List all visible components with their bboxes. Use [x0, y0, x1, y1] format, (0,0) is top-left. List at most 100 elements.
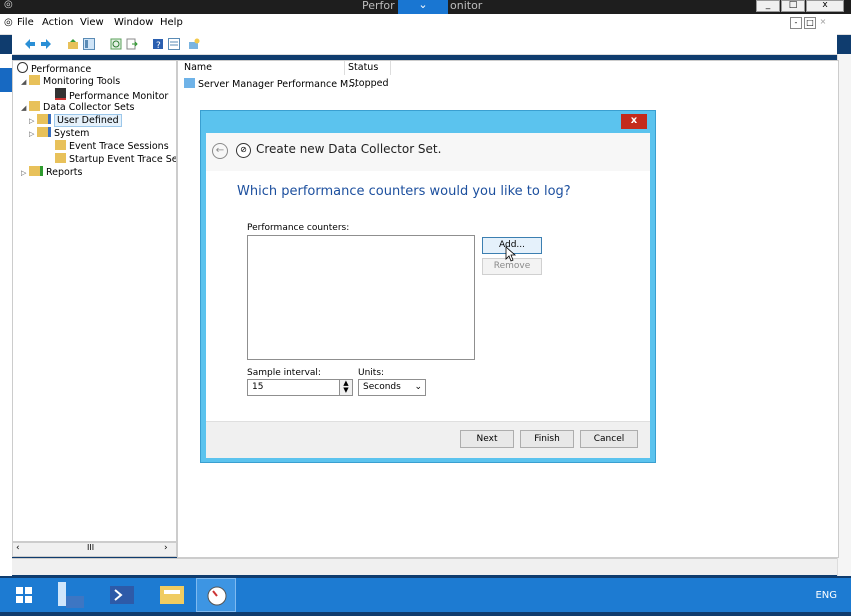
folder-icon [29, 75, 40, 85]
units-selected-value: Seconds [363, 382, 401, 392]
new-icon[interactable] [188, 38, 200, 50]
tree-item-event-trace-sessions[interactable]: Event Trace Sessions [55, 140, 169, 153]
outer-title-left: Perfor [362, 0, 395, 12]
menu-bar: ◎ File Action View Window Help - □ × [0, 14, 851, 35]
cancel-button[interactable]: Cancel [580, 430, 638, 448]
finish-button[interactable]: Finish [520, 430, 574, 448]
perfmon-icon [17, 62, 28, 73]
tree-horizontal-scrollbar[interactable]: ‹ III › [12, 542, 177, 557]
list-item-name: Server Manager Performance M... [198, 79, 358, 90]
language-indicator[interactable]: ENG [815, 590, 837, 601]
mouse-cursor-icon [505, 246, 517, 262]
counters-label: Performance counters: [247, 223, 350, 233]
spin-down-icon[interactable]: ▼ [340, 387, 352, 394]
collapsed-triangle-icon[interactable]: ▷ [29, 115, 37, 127]
expanded-triangle-icon[interactable]: ◢ [21, 76, 29, 88]
expanded-triangle-icon[interactable]: ◢ [21, 102, 29, 114]
dialog-body: Which performance counters would you lik… [206, 171, 650, 421]
chevron-down-icon: ⌄ [414, 382, 422, 392]
scroll-left-icon[interactable]: ‹ [16, 543, 20, 553]
tree-item-user-defined[interactable]: ▷ User Defined [29, 114, 122, 127]
menu-view[interactable]: View [80, 17, 104, 28]
mdi-restore-button[interactable]: □ [804, 17, 816, 29]
tree-item-label: Data Collector Sets [43, 102, 135, 113]
outer-close-button[interactable]: x [806, 0, 844, 12]
units-label: Units: [358, 368, 385, 378]
properties-icon[interactable] [168, 38, 180, 50]
folder-icon [55, 153, 66, 163]
up-folder-icon[interactable] [67, 38, 79, 50]
help-icon[interactable]: ? [152, 38, 164, 50]
scroll-right-icon[interactable]: › [164, 543, 168, 553]
taskbar: ENG [0, 578, 851, 612]
forward-arrow-icon[interactable] [40, 38, 52, 50]
create-data-collector-dialog: x ← ⊘ Create new Data Collector Set. Whi… [200, 110, 656, 463]
tree-item-startup-event-trace[interactable]: Startup Event Trace Ses [55, 153, 177, 166]
file-explorer-icon[interactable] [152, 578, 192, 612]
back-arrow-icon[interactable]: ← [212, 143, 228, 159]
perfmon-icon: ◎ [4, 0, 13, 10]
data-collector-icon [184, 78, 195, 88]
sample-interval-label: Sample interval: [247, 368, 321, 378]
windows-start-icon[interactable] [4, 578, 44, 612]
tree-item-label: Event Trace Sessions [69, 141, 169, 152]
refresh-icon[interactable] [110, 38, 122, 50]
export-icon[interactable] [126, 38, 138, 50]
scroll-thumb[interactable]: III [87, 543, 94, 552]
collapsed-triangle-icon[interactable]: ▷ [21, 167, 29, 179]
dialog-title: Create new Data Collector Set. [256, 142, 442, 156]
dialog-footer: Next Finish Cancel [206, 421, 650, 458]
server-manager-icon[interactable] [50, 578, 90, 612]
right-scrollbar[interactable] [837, 54, 851, 576]
units-dropdown[interactable]: Seconds ⌄ [358, 379, 426, 396]
perfmon-taskbar-button[interactable] [196, 578, 236, 612]
menu-file[interactable]: File [17, 17, 34, 28]
tree-item-system[interactable]: ▷ System [29, 127, 89, 140]
sample-interval-input[interactable]: 15 [247, 379, 341, 396]
outer-minimize-button[interactable]: _ [756, 0, 780, 12]
dialog-header: ← ⊘ Create new Data Collector Set. [206, 133, 650, 171]
status-bar [12, 558, 837, 575]
column-header-name[interactable]: Name [184, 61, 345, 75]
dialog-close-button[interactable]: x [621, 114, 647, 129]
tree-item-label: User Defined [54, 114, 122, 127]
tree-item-monitoring-tools[interactable]: ◢ Monitoring Tools [21, 75, 120, 88]
menu-action[interactable]: Action [42, 17, 73, 28]
monitor-chart-icon [55, 88, 66, 100]
tree-item-label: System [54, 128, 90, 139]
folder-icon [29, 101, 40, 111]
list-item[interactable]: Server Manager Performance M... [184, 78, 357, 91]
outer-title-bar: ◎ Perfor ⌄ onitor _ □ x [0, 0, 851, 20]
outer-maximize-button[interactable]: □ [781, 0, 805, 12]
counters-listbox[interactable] [247, 235, 475, 360]
tree-item-performance[interactable]: Performance [17, 62, 91, 76]
reports-folder-icon [29, 166, 43, 176]
tree-item-label: Reports [46, 167, 83, 178]
outer-title-right: onitor [450, 0, 483, 12]
menu-help[interactable]: Help [160, 17, 183, 28]
mdi-close-button[interactable]: × [818, 17, 828, 27]
toolbar: ? [12, 34, 837, 55]
sample-interval-spinner[interactable]: ▲ ▼ [339, 379, 353, 396]
system-folder-icon [37, 127, 51, 137]
tree-item-data-collector-sets[interactable]: ◢ Data Collector Sets [21, 101, 135, 114]
list-item-status: Stopped [349, 78, 389, 89]
next-button[interactable]: Next [460, 430, 514, 448]
powershell-icon[interactable] [102, 578, 142, 612]
mdi-minimize-button[interactable]: - [790, 17, 802, 29]
tree-item-reports[interactable]: ▷ Reports [21, 166, 82, 179]
tree-item-label: Startup Event Trace Ses [69, 154, 177, 165]
menu-window[interactable]: Window [114, 17, 153, 28]
back-arrow-icon[interactable] [24, 38, 36, 50]
folder-icon [55, 140, 66, 150]
column-header-status[interactable]: Status [348, 61, 391, 75]
perfmon-icon: ⊘ [236, 143, 251, 158]
user-folder-icon [37, 114, 51, 124]
svg-text:?: ? [156, 41, 161, 50]
perfmon-icon [207, 586, 227, 606]
left-edge-strip [0, 54, 12, 576]
collapsed-triangle-icon[interactable]: ▷ [29, 128, 37, 140]
show-hide-tree-icon[interactable] [83, 38, 95, 50]
tree-item-label: Monitoring Tools [43, 76, 121, 87]
left-edge-highlight [0, 68, 12, 92]
